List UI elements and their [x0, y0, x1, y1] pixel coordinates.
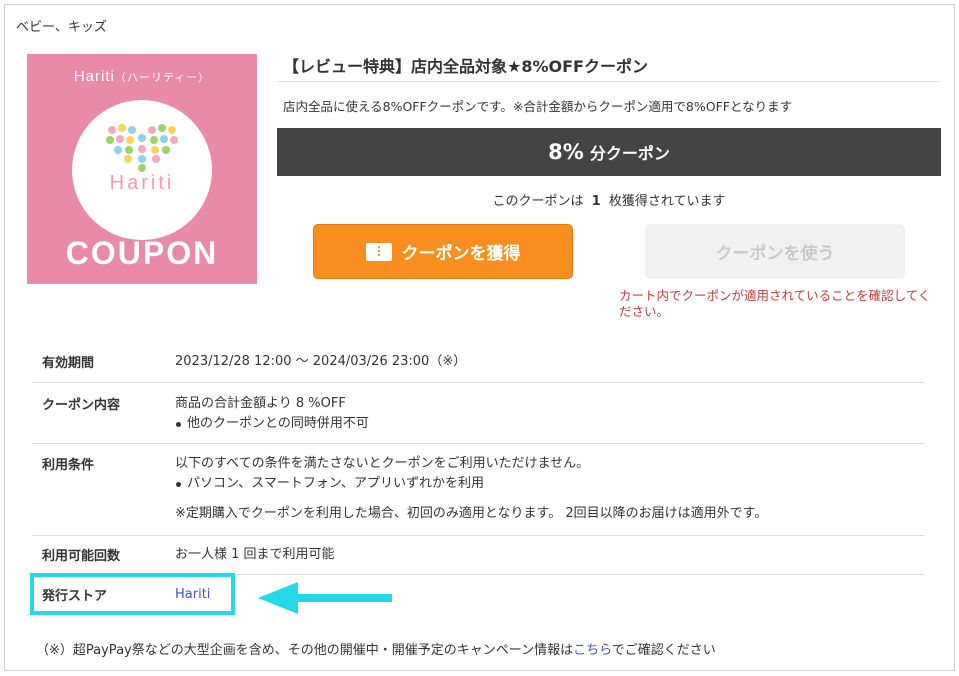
coupon-title: 【レビュー特典】店内全品対象★8%OFFクーポン [283, 57, 648, 76]
period-value: 2023/12/28 12:00 ～ 2024/03/26 23:00（※） [175, 354, 467, 369]
conditions-text: 以下のすべての条件を満たさないとクーポンをご利用いただけません。 [175, 456, 590, 471]
store-highlight-box [30, 573, 235, 615]
heart-dots-icon [106, 124, 178, 172]
table-row: 有効期間 2023/12/28 12:00 ～ 2024/03/26 23:00… [32, 341, 925, 383]
content-text: 商品の合計金額より 8 %OFF [175, 396, 346, 411]
arrow-left-icon [258, 582, 392, 614]
discount-value: 8% [548, 140, 584, 164]
ticket-icon [365, 242, 392, 261]
count-label: 利用可能回数 [42, 549, 121, 564]
coupon-image-brand: Hariti（ハーリティー） [27, 68, 257, 85]
conditions-extra: ※定期購入でクーポンを利用した場合、初回のみ適用となります。 2回目以降のお届け… [175, 506, 768, 521]
content-value: 商品の合計金額より 8 %OFF 他のクーポンとの同時併用不可 [175, 394, 369, 434]
use-coupon-label: クーポンを使う [715, 244, 835, 264]
content-bullet: 他のクーポンとの同時併用不可 [175, 414, 369, 434]
category-label: ベビー、キッズ [16, 20, 107, 35]
conditions-value: 以下のすべての条件を満たさないとクーポンをご利用いただけません。 パソコン、スマ… [175, 454, 767, 524]
discount-banner: 8% 分クーポン [277, 128, 941, 176]
coupon-word: COUPON [65, 235, 219, 271]
table-row: クーポン内容 商品の合計金額より 8 %OFF 他のクーポンとの同時併用不可 [32, 383, 925, 444]
count-value: お一人様 1 回まで利用可能 [175, 547, 335, 562]
logo-wordmark: Hariti [109, 172, 175, 194]
use-coupon-button[interactable]: クーポンを使う [645, 224, 905, 279]
brand-name: Hariti [73, 68, 115, 85]
period-label: 有効期間 [42, 356, 95, 371]
content-label: クーポン内容 [42, 398, 121, 413]
footnote-prefix: （※）超PayPay祭などの大型企画を含め、その他の開催中・開催予定のキャンペー… [36, 643, 574, 658]
footnote-suffix: でご確認ください [611, 643, 716, 658]
footnote: （※）超PayPay祭などの大型企画を含め、その他の開催中・開催予定のキャンペー… [36, 639, 716, 658]
coupon-image: Hariti（ハーリティー） Hariti COUPON [27, 54, 257, 284]
table-row: 利用条件 以下のすべての条件を満たさないとクーポンをご利用いただけません。 パソ… [32, 444, 925, 536]
cart-note: カート内でクーポンが適用されていることを確認してください。 [619, 288, 931, 319]
acquired-status: このクーポンは 1 枚獲得されています [277, 190, 941, 209]
conditions-label: 利用条件 [42, 458, 95, 473]
acquired-prefix: このクーポンは [492, 194, 584, 209]
conditions-bullet: パソコン、スマートフォン、アプリいずれかを利用 [175, 474, 767, 494]
get-coupon-button[interactable]: クーポンを獲得 [313, 224, 573, 279]
discount-unit: 分クーポン [589, 144, 670, 163]
acquired-count: 1 [591, 194, 601, 209]
coupon-description: 店内全品に使える8%OFFクーポンです。※合計金額からクーポン適用で8%OFFと… [283, 99, 793, 114]
brand-kana: （ハーリティー） [114, 72, 211, 84]
divider [277, 81, 941, 82]
table-row: 利用可能回数 お一人様 1 回まで利用可能 [32, 536, 925, 575]
acquired-suffix: 枚獲得されています [608, 194, 726, 209]
get-coupon-label: クーポンを獲得 [401, 244, 521, 264]
campaign-link[interactable]: こちら [573, 643, 612, 658]
